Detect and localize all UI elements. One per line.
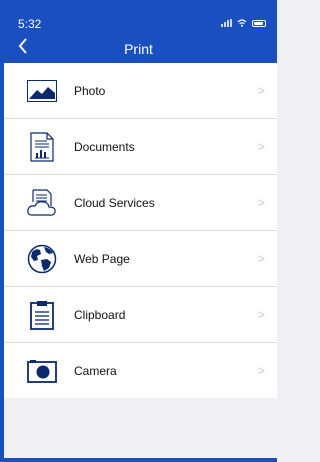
chevron-right-icon: > — [257, 195, 265, 210]
option-label: Photo — [74, 83, 106, 98]
wifi-icon — [237, 19, 247, 27]
battery-icon — [252, 19, 266, 27]
option-label: Cloud Services — [74, 195, 155, 210]
navigation-bar: 5:32 Print — [0, 0, 277, 63]
app-screen: 5:32 Print Photo > Documents > Cloud Ser… — [0, 0, 277, 462]
chevron-right-icon: > — [257, 307, 265, 322]
clipboard-icon — [24, 297, 60, 333]
frame-border — [0, 458, 277, 462]
cloud-services-icon — [24, 185, 60, 221]
frame-border — [0, 0, 4, 462]
photo-icon — [24, 73, 60, 109]
option-label: Web Page — [74, 251, 130, 266]
option-web-page[interactable]: Web Page > — [0, 231, 277, 287]
chevron-right-icon: > — [257, 83, 265, 98]
status-indicators — [221, 19, 266, 27]
chevron-right-icon: > — [257, 363, 265, 378]
option-clipboard[interactable]: Clipboard > — [0, 287, 277, 343]
option-label: Documents — [74, 139, 135, 154]
signal-icon — [221, 19, 232, 27]
option-label: Camera — [74, 363, 117, 378]
camera-icon — [24, 353, 60, 389]
print-options-list: Photo > Documents > Cloud Services > Web… — [0, 63, 277, 398]
option-label: Clipboard — [74, 307, 126, 322]
chevron-right-icon: > — [257, 139, 265, 154]
option-photo[interactable]: Photo > — [0, 63, 277, 119]
document-icon — [24, 129, 60, 165]
status-time: 5:32 — [18, 17, 42, 31]
option-documents[interactable]: Documents > — [0, 119, 277, 175]
page-title: Print — [124, 41, 153, 57]
globe-icon — [24, 241, 60, 277]
option-cloud-services[interactable]: Cloud Services > — [0, 175, 277, 231]
chevron-right-icon: > — [257, 251, 265, 266]
option-camera[interactable]: Camera > — [0, 343, 277, 398]
